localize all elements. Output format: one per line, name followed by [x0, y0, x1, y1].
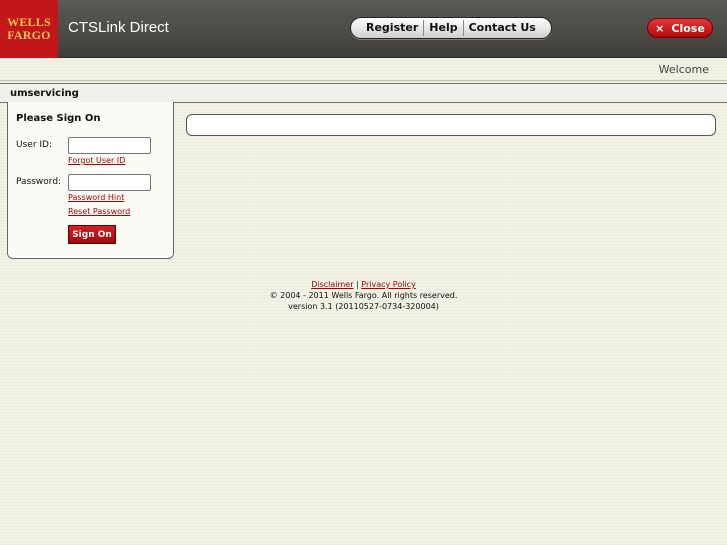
user-bar: umservicing [0, 83, 727, 103]
password-input[interactable] [68, 174, 151, 191]
password-hint-link[interactable]: Password Hint [68, 193, 124, 202]
help-link[interactable]: Help [424, 18, 462, 38]
close-label: Close [671, 21, 705, 35]
app-header: WELLS FARGO CTSLink Direct Register Help… [0, 0, 727, 58]
reset-password-link[interactable]: Reset Password [68, 207, 130, 216]
sign-on-title: Please Sign On [16, 113, 101, 124]
forgot-user-id-link[interactable]: Forgot User ID [68, 156, 125, 165]
wells-fargo-logo[interactable]: WELLS FARGO [0, 0, 58, 58]
sign-on-button[interactable]: Sign On [68, 225, 116, 244]
username-label: umservicing [10, 88, 79, 99]
version-text: version 3.1 (20110527-0734-320004) [288, 302, 439, 311]
user-id-input[interactable] [68, 137, 151, 154]
close-icon: × [655, 21, 665, 35]
password-label: Password: [16, 177, 62, 187]
contact-us-link[interactable]: Contact Us [464, 18, 541, 38]
disclaimer-link[interactable]: Disclaimer [311, 280, 353, 289]
top-nav: Register Help Contact Us [350, 17, 552, 39]
register-link[interactable]: Register [361, 18, 423, 38]
logo-line-2: FARGO [7, 28, 51, 42]
sign-on-panel: Please Sign On User ID: Forgot User ID P… [7, 102, 174, 259]
footer-links: Disclaimer | Privacy Policy [0, 279, 727, 290]
user-id-label: User ID: [16, 140, 52, 150]
welcome-text: Welcome [658, 63, 709, 76]
privacy-policy-link[interactable]: Privacy Policy [361, 280, 416, 289]
main-content-box [186, 114, 716, 136]
footer: Disclaimer | Privacy Policy © 2004 - 201… [0, 279, 727, 312]
close-button[interactable]: × Close [647, 18, 713, 38]
copyright-text: © 2004 - 2011 Wells Fargo. All rights re… [269, 291, 458, 300]
welcome-bar: Welcome [0, 59, 727, 81]
app-title: CTSLink Direct [68, 19, 169, 36]
